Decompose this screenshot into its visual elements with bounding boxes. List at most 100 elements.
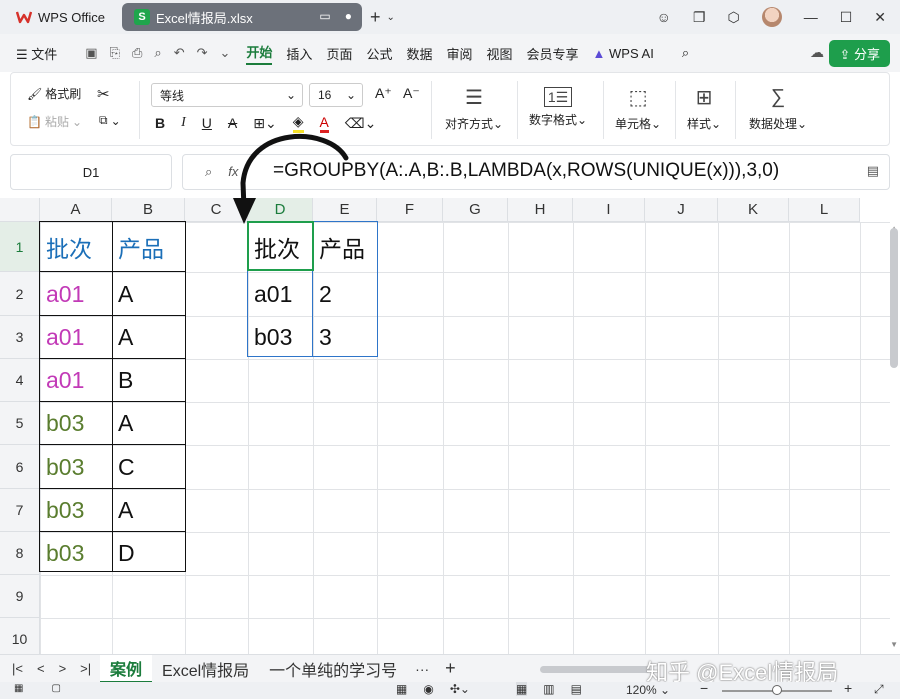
prev-sheet-icon[interactable]: < xyxy=(37,661,45,676)
name-box[interactable]: D1 xyxy=(10,154,172,190)
menu-insert[interactable]: 插入 xyxy=(286,44,312,63)
column-header-b[interactable]: B xyxy=(112,198,185,222)
cell-B1[interactable]: 产品 xyxy=(112,222,185,272)
search-icon[interactable]: ⌕ xyxy=(682,45,689,61)
cell-B2[interactable]: A xyxy=(112,272,185,316)
cell-A6[interactable]: b03 xyxy=(40,445,112,489)
cell-D3[interactable]: b03 xyxy=(248,316,313,359)
more-sheets-icon[interactable]: ··· xyxy=(407,661,437,677)
spreadsheet-grid[interactable]: ABCDEFGHIJKL 1 2 3 4 5 6 7 8 9 10 批次 产品 a01 Aa01 Aa01… xyxy=(0,198,900,654)
menu-member[interactable]: 会员专享 xyxy=(527,44,579,63)
cell-B4[interactable]: B xyxy=(112,359,185,402)
menu-data[interactable]: 数据 xyxy=(406,44,432,63)
column-header-f[interactable]: F xyxy=(377,198,443,222)
add-sheet-icon[interactable]: + xyxy=(437,658,464,679)
cell-A5[interactable]: b03 xyxy=(40,402,112,445)
doc-icon[interactable]: ▢ xyxy=(51,683,60,694)
row-header-8[interactable]: 8 xyxy=(0,532,40,575)
format-painter-button[interactable]: 🖌 格式刷 xyxy=(27,85,81,102)
menu-home[interactable]: 开始 xyxy=(246,42,273,65)
maximize-icon[interactable]: ☐ xyxy=(840,9,853,26)
freeze-icon[interactable]: ✣⌄ xyxy=(450,682,470,696)
next-sheet-icon[interactable]: > xyxy=(59,661,67,676)
page-layout-icon[interactable]: ▥ xyxy=(543,682,554,696)
save-icon[interactable]: ▣ xyxy=(85,45,97,61)
zoom-formula-icon[interactable]: ⌕ xyxy=(205,164,212,180)
menu-formula[interactable]: 公式 xyxy=(366,44,392,63)
cell-B7[interactable]: A xyxy=(112,489,185,532)
column-header-j[interactable]: J xyxy=(645,198,718,222)
font-name-select[interactable]: 等线 ⌄ xyxy=(151,83,303,107)
column-header-g[interactable]: G xyxy=(443,198,508,222)
cell-A2[interactable]: a01 xyxy=(40,272,112,316)
zoom-level[interactable]: 120% ⌄ xyxy=(626,683,670,697)
tab-modified-dot-icon[interactable]: ● xyxy=(345,9,352,23)
align-button[interactable]: ☰ 对齐方式⌄ xyxy=(445,83,503,132)
menu-view[interactable]: 视图 xyxy=(487,44,513,63)
cells-button[interactable]: ⬚ 单元格⌄ xyxy=(615,83,661,132)
data-processing-button[interactable]: ∑ 数据处理⌄ xyxy=(749,83,807,132)
share-button[interactable]: ⇪ 分享 xyxy=(829,40,890,67)
menu-review[interactable]: 审阅 xyxy=(446,44,472,63)
page-break-icon[interactable]: ▤ xyxy=(571,682,582,696)
cell-E3[interactable]: 3 xyxy=(313,316,377,359)
file-tab[interactable]: S Excel情报局.xlsx ▭ ● xyxy=(122,3,362,31)
increase-font-icon[interactable]: A⁺ xyxy=(375,85,392,102)
zoom-in-icon[interactable]: + xyxy=(844,680,852,696)
skin-icon[interactable]: ☺ xyxy=(657,9,671,25)
tab-list-chevron-icon[interactable]: ⌄ xyxy=(387,12,395,23)
first-sheet-icon[interactable]: |< xyxy=(12,661,23,676)
select-all-corner[interactable] xyxy=(0,198,40,222)
redo-icon[interactable]: ↷ xyxy=(197,45,208,61)
styles-button[interactable]: ⊞ 样式⌄ xyxy=(687,83,721,132)
cell-A4[interactable]: a01 xyxy=(40,359,112,402)
last-sheet-icon[interactable]: >| xyxy=(80,661,91,676)
cell-B6[interactable]: C xyxy=(112,445,185,489)
cell-B8[interactable]: D xyxy=(112,532,185,575)
column-header-h[interactable]: H xyxy=(508,198,573,222)
avatar[interactable] xyxy=(761,7,782,27)
row-header-10[interactable]: 10 xyxy=(0,618,40,654)
eye-protection-icon[interactable]: ◉ xyxy=(423,682,433,696)
cell-B3[interactable]: A xyxy=(112,316,185,359)
new-tab-icon[interactable]: + xyxy=(370,7,381,28)
print-icon[interactable]: ⎙ xyxy=(132,45,142,61)
column-header-l[interactable]: L xyxy=(789,198,860,222)
wps-home-tab[interactable]: WPS Office xyxy=(6,3,116,31)
cell-E2[interactable]: 2 xyxy=(313,272,377,316)
table-view-icon[interactable]: ▦ xyxy=(396,682,407,696)
row-header-5[interactable]: 5 xyxy=(0,402,40,445)
italic-button[interactable]: I xyxy=(181,115,186,131)
normal-view-icon[interactable]: ▦ xyxy=(515,682,528,696)
export-icon[interactable]: ⎘ xyxy=(110,45,120,61)
cell-D2[interactable]: a01 xyxy=(248,272,313,316)
menu-file[interactable]: ☰ 文件 xyxy=(16,44,57,63)
cell-A1[interactable]: 批次 xyxy=(40,222,112,272)
cut-icon[interactable]: ✂ xyxy=(97,85,110,103)
cell-A3[interactable]: a01 xyxy=(40,316,112,359)
bold-button[interactable]: B xyxy=(155,115,165,131)
font-size-select[interactable]: 16 ⌄ xyxy=(309,83,363,107)
copy-button[interactable]: ⧉ ⌄ xyxy=(99,113,121,128)
cell-A7[interactable]: b03 xyxy=(40,489,112,532)
row-header-1[interactable]: 1 xyxy=(0,222,40,272)
horizontal-scrollbar[interactable] xyxy=(540,666,650,673)
multi-window-icon[interactable]: ❐ xyxy=(693,9,706,26)
row-header-4[interactable]: 4 xyxy=(0,359,40,402)
number-format-button[interactable]: 1☰ 数字格式⌄ xyxy=(529,83,587,128)
sheet-tab-excel-info[interactable]: Excel情报局 xyxy=(152,655,259,683)
zoom-slider-thumb[interactable] xyxy=(772,685,782,695)
zoom-out-icon[interactable]: − xyxy=(700,680,708,696)
fullscreen-icon[interactable]: ⤢ xyxy=(874,682,884,697)
pin-tab-icon[interactable]: ▭ xyxy=(319,9,330,23)
vertical-scrollbar[interactable] xyxy=(890,228,898,368)
more-chevron-icon[interactable]: ⌄ xyxy=(220,45,231,61)
row-header-7[interactable]: 7 xyxy=(0,489,40,532)
decrease-font-icon[interactable]: A⁻ xyxy=(403,85,420,102)
cloud-sync-icon[interactable]: ☁ xyxy=(810,44,824,61)
undo-icon[interactable]: ↶ xyxy=(174,45,185,61)
row-header-6[interactable]: 6 xyxy=(0,445,40,489)
sheet-tab-case[interactable]: 案例 xyxy=(100,654,153,683)
minimize-icon[interactable]: — xyxy=(804,9,818,25)
sheet-tab-study[interactable]: 一个单纯的学习号 xyxy=(259,655,407,683)
